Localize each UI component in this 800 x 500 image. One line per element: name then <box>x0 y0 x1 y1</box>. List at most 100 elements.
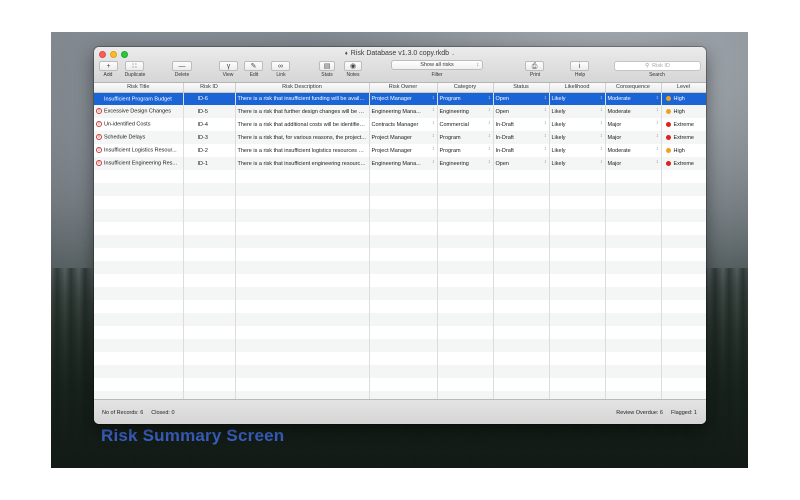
table-row[interactable]: ! Un-identified Costs ID-4 There is a risk … <box>94 118 706 131</box>
table-body: !Insufficient Program BudgetID-6There is… <box>94 92 706 399</box>
risk-level-cell[interactable]: High <box>661 144 706 157</box>
col-header-risk-title[interactable]: Risk Title <box>94 83 184 93</box>
risk-level-text: Extreme <box>673 160 694 167</box>
status-left: No of Records: 6 Closed: 0 <box>102 410 175 416</box>
risk-consequence-popup[interactable]: Major ↕ <box>605 131 662 144</box>
risk-likelihood-popup[interactable]: Likely ↕ <box>549 131 606 144</box>
risk-title-cell[interactable]: !Insufficient Program Budget <box>94 92 184 105</box>
col-header-risk-description[interactable]: Risk Description <box>235 83 370 93</box>
updown-arrows-icon: ↕ <box>476 62 480 68</box>
risk-owner-popup[interactable]: Engineering Mana... ↕ <box>369 105 438 118</box>
risk-likelihood-popup[interactable]: Likely ↕ <box>549 144 606 157</box>
risk-status-popup[interactable]: In-Draft ↕ <box>493 118 550 131</box>
risk-table-container[interactable]: Risk Title Risk ID Risk Description Risk… <box>94 83 706 399</box>
risk-id-cell[interactable]: ID-5 <box>183 105 236 118</box>
risk-status-value: Open <box>495 95 509 102</box>
updown-arrows-icon: ↕ <box>656 94 659 101</box>
risk-title-cell[interactable]: ! Un-identified Costs <box>94 118 184 131</box>
empty-cell <box>661 391 706 399</box>
risk-likelihood-value: Likely <box>551 160 566 167</box>
stats-label: Stats <box>321 72 333 78</box>
col-header-risk-id[interactable]: Risk ID <box>183 83 236 93</box>
title-menu-caret-icon[interactable]: ⌄ <box>451 51 455 57</box>
risk-description-cell[interactable]: There is a risk that insufficient fundin… <box>235 92 370 105</box>
help-button[interactable]: i <box>570 61 589 71</box>
risk-likelihood-popup[interactable]: Likely ↕ <box>549 118 606 131</box>
edit-button[interactable]: ✎ <box>244 61 263 71</box>
risk-id-cell[interactable]: ID-2 <box>183 144 236 157</box>
risk-consequence-popup[interactable]: Major ↕ <box>605 118 662 131</box>
col-header-risk-owner[interactable]: Risk Owner <box>369 83 438 93</box>
col-header-consequence[interactable]: Consequence <box>605 83 662 93</box>
risk-level-cell[interactable]: Extreme <box>661 157 706 170</box>
table-row[interactable]: ! Schedule Delays ID-3 There is a risk that… <box>94 131 706 144</box>
risk-id-cell[interactable]: ID-6 <box>183 92 236 105</box>
risk-status-popup[interactable]: Open ↕ <box>493 157 550 170</box>
risk-consequence-popup[interactable]: Major ↕ <box>605 157 662 170</box>
risk-level-cell[interactable]: High <box>661 105 706 118</box>
empty-cell <box>235 209 370 222</box>
risk-category-popup[interactable]: Program ↕ <box>437 131 494 144</box>
empty-cell <box>605 248 662 261</box>
risk-likelihood-popup[interactable]: Likely ↕ <box>549 92 606 105</box>
col-header-category[interactable]: Category <box>437 83 494 93</box>
risk-category-popup[interactable]: Program ↕ <box>437 92 494 105</box>
risk-category-popup[interactable]: Program ↕ <box>437 144 494 157</box>
risk-category-popup[interactable]: Engineering ↕ <box>437 157 494 170</box>
table-row[interactable]: !Insufficient Program BudgetID-6There is… <box>94 92 706 105</box>
risk-status-popup[interactable]: Open ↕ <box>493 105 550 118</box>
risk-level-cell[interactable]: Extreme <box>661 131 706 144</box>
col-header-status[interactable]: Status <box>493 83 550 93</box>
risk-owner-popup[interactable]: Project Manager ↕ <box>369 92 438 105</box>
updown-arrows-icon: ↕ <box>432 120 435 126</box>
risk-owner-popup[interactable]: Engineering Mana... ↕ <box>369 157 438 170</box>
risk-consequence-popup[interactable]: Moderate ↕ <box>605 144 662 157</box>
risk-owner-popup[interactable]: Project Manager ↕ <box>369 131 438 144</box>
filter-select[interactable]: Show all risks ↕ <box>391 60 483 70</box>
search-field[interactable]: ⚲ Risk ID <box>614 61 701 71</box>
view-button[interactable]: γ <box>219 61 238 71</box>
risk-description-cell[interactable]: There is a risk that insufficient logist… <box>235 144 370 157</box>
risk-level-cell[interactable]: High <box>661 92 706 105</box>
col-header-likelihood[interactable]: Likelihood <box>549 83 606 93</box>
risk-title-cell[interactable]: ! Insufficient Engineering Res... <box>94 157 184 170</box>
risk-title-cell[interactable]: ! Insufficient Logistics Resour... <box>94 144 184 157</box>
risk-likelihood-popup[interactable]: Likely ↕ <box>549 157 606 170</box>
risk-title-cell[interactable]: ! Excessive Design Changes <box>94 105 184 118</box>
risk-status-popup[interactable]: In-Draft ↕ <box>493 131 550 144</box>
risk-id-cell[interactable]: ID-3 <box>183 131 236 144</box>
print-button[interactable]: ⎙ <box>525 61 544 71</box>
empty-cell <box>605 391 662 399</box>
risk-title-cell[interactable]: ! Schedule Delays <box>94 131 184 144</box>
updown-arrows-icon: ↕ <box>656 146 659 152</box>
add-button[interactable]: + <box>99 61 118 71</box>
risk-owner-popup[interactable]: Project Manager ↕ <box>369 144 438 157</box>
table-row[interactable]: ! Insufficient Logistics Resour... ID-2 The… <box>94 144 706 157</box>
risk-owner-popup[interactable]: Contracts Manager ↕ <box>369 118 438 131</box>
risk-consequence-popup[interactable]: Moderate ↕ <box>605 92 662 105</box>
risk-description-cell[interactable]: There is a risk that further design chan… <box>235 105 370 118</box>
risk-consequence-popup[interactable]: Moderate ↕ <box>605 105 662 118</box>
link-button[interactable]: ∞ <box>271 61 290 71</box>
table-row[interactable]: ! Insufficient Engineering Res... ID-1 Ther… <box>94 157 706 170</box>
risk-level-cell[interactable]: Extreme <box>661 118 706 131</box>
risk-description-cell[interactable]: There is a risk that additional costs wi… <box>235 118 370 131</box>
duplicate-button[interactable]: ∷ <box>125 61 144 71</box>
risk-status-popup[interactable]: Open ↕ <box>493 92 550 105</box>
risk-category-popup[interactable]: Engineering ↕ <box>437 105 494 118</box>
updown-arrows-icon: ↕ <box>488 94 491 101</box>
risk-likelihood-popup[interactable]: Likely ↕ <box>549 105 606 118</box>
notes-button[interactable]: ◉ <box>344 61 362 71</box>
updown-arrows-icon: ↕ <box>656 107 659 113</box>
stats-button[interactable]: ▤ <box>319 61 335 71</box>
empty-cell <box>94 391 184 399</box>
risk-category-popup[interactable]: Commercial ↕ <box>437 118 494 131</box>
risk-status-popup[interactable]: In-Draft ↕ <box>493 144 550 157</box>
risk-description-cell[interactable]: There is a risk that, for various reason… <box>235 131 370 144</box>
risk-id-cell[interactable]: ID-4 <box>183 118 236 131</box>
delete-button[interactable]: — <box>172 61 192 71</box>
table-row[interactable]: ! Excessive Design Changes ID-5 There is a … <box>94 105 706 118</box>
col-header-level[interactable]: Level <box>661 83 706 93</box>
risk-id-cell[interactable]: ID-1 <box>183 157 236 170</box>
risk-description-cell[interactable]: There is a risk that insufficient engine… <box>235 157 370 170</box>
